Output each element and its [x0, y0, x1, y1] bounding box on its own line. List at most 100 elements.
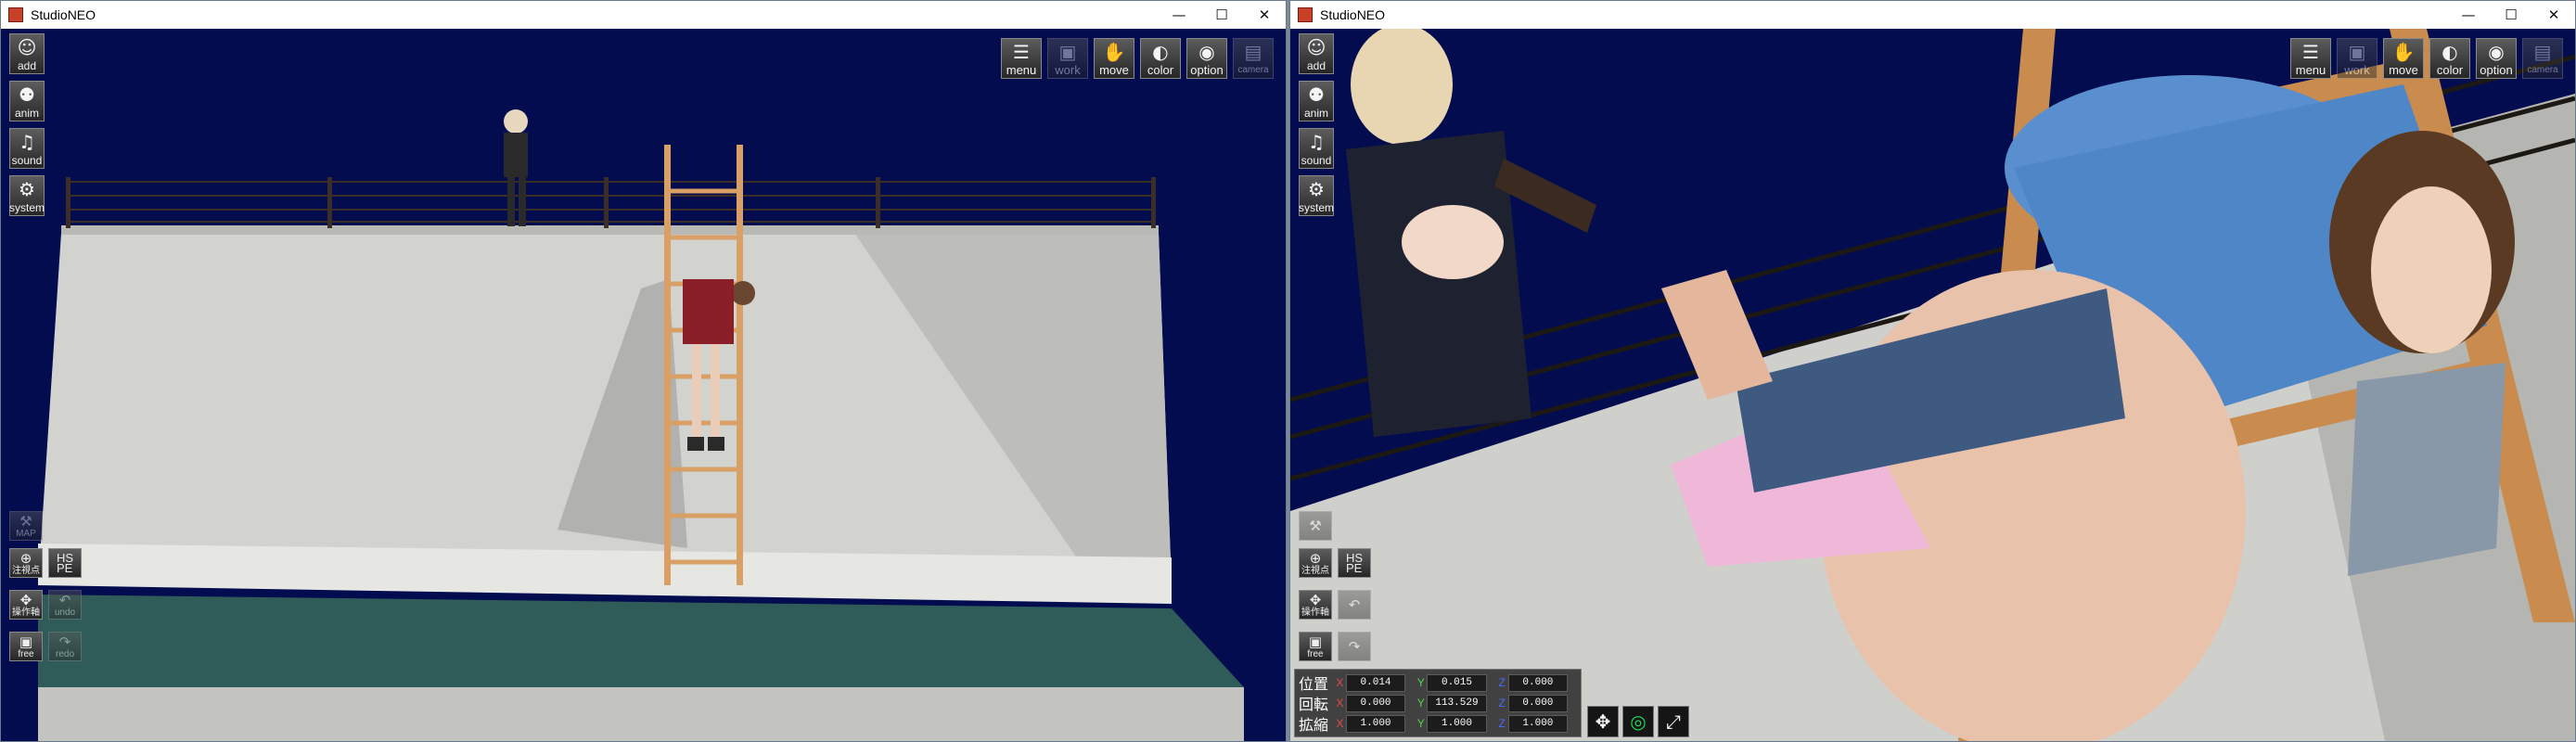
position-y-field[interactable]: 0.015 — [1427, 673, 1487, 692]
position-z-field[interactable]: 0.000 — [1507, 673, 1569, 692]
expand-icon: ⤢ — [1666, 710, 1681, 733]
add-button[interactable]: ☺ add — [1299, 33, 1334, 74]
sound-button[interactable]: ♫ sound — [1299, 128, 1334, 169]
work-button[interactable]: ▣ work — [2337, 38, 2377, 79]
close-button[interactable]: ✕ — [1243, 1, 1286, 29]
sound-button[interactable]: ♫ sound — [9, 128, 45, 169]
anim-button[interactable]: ⚉ anim — [9, 81, 45, 122]
center-point-button[interactable]: ⊕ 注視点 — [9, 548, 43, 578]
maximize-button[interactable]: ☐ — [2490, 1, 2532, 29]
menu-list-icon: ☰ — [2302, 41, 2319, 63]
position-label: 位置 — [1299, 677, 1329, 693]
hand-icon: ✋ — [2391, 41, 2416, 63]
title-bar[interactable]: StudioNEO — ☐ ✕ — [1, 1, 1286, 30]
free-camera-button[interactable]: ▣ free — [9, 632, 43, 661]
move-arrows-icon: ✥ — [1595, 710, 1611, 733]
minimize-button[interactable]: — — [1158, 1, 1200, 29]
rotation-y-field[interactable]: 113.529 — [1427, 694, 1487, 712]
free-camera-button[interactable]: ▣ free — [1299, 632, 1332, 661]
running-figure-icon: ⚉ — [19, 83, 35, 106]
3d-viewport[interactable]: ☺ add ⚉ anim ♫ sound ⚙ system ⚒ ⊕ 注視点 HS… — [1290, 29, 2575, 741]
color-button[interactable]: ◐ color — [1140, 38, 1181, 79]
hspe-button[interactable]: HS PE — [1338, 548, 1371, 578]
system-button[interactable]: ⚙ system — [1299, 175, 1334, 216]
minimize-button[interactable]: — — [2447, 1, 2490, 29]
camera-icon: ▤ — [2533, 41, 2552, 63]
transform-panel: 位置 X 0.014 Y 0.015 Z 0.000 回転 X 0.000 Y 113.5… — [1294, 669, 1582, 737]
app-icon — [8, 7, 23, 22]
camera-icon: ▣ — [19, 633, 33, 650]
hand-icon: ✋ — [1102, 41, 1126, 63]
move-button[interactable]: ✋ move — [1094, 38, 1134, 79]
music-note-icon: ♫ — [19, 131, 35, 153]
rotate-gizmo-button[interactable]: ◎ — [1622, 706, 1654, 737]
scale-label: 拡縮 — [1299, 718, 1329, 734]
rotation-x-field[interactable]: 0.000 — [1345, 694, 1406, 712]
scale-x-field[interactable]: 1.000 — [1345, 714, 1406, 733]
water-surface — [38, 595, 1244, 687]
app-icon — [1298, 7, 1313, 22]
map-button[interactable]: ⚒ — [1299, 511, 1332, 541]
redo-button[interactable]: ↷ — [1338, 632, 1371, 661]
top-toolbar: ☰ menu ▣ work ✋ move ◐ color ◉ option ▤ camera — [1001, 38, 1274, 79]
scale-z-field[interactable]: 1.000 — [1507, 714, 1569, 733]
menu-list-icon: ☰ — [1013, 41, 1030, 63]
rotation-z-field[interactable]: 0.000 — [1507, 694, 1569, 712]
3d-viewport[interactable]: ☺ add ⚉ anim ♫ sound ⚙ system ⚒ MAP ⊕ 注視… — [1, 29, 1286, 741]
close-button[interactable]: ✕ — [2532, 1, 2575, 29]
undo-button[interactable]: ↶ undo — [48, 590, 82, 620]
title-bar[interactable]: StudioNEO — ☐ ✕ — [1290, 1, 2575, 30]
move-gizmo-button[interactable]: ✥ — [1587, 706, 1619, 737]
center-point-button[interactable]: ⊕ 注視点 — [1299, 548, 1332, 578]
music-note-icon: ♫ — [1308, 131, 1325, 153]
camera-button[interactable]: ▤ camera — [1233, 38, 1274, 79]
position-x-field[interactable]: 0.014 — [1345, 673, 1406, 692]
studio-window-right: StudioNEO — ☐ ✕ ☺ add ⚉ anim ♫ sound ⚙ s… — [1289, 0, 2576, 742]
work-icon: ▣ — [2348, 41, 2366, 63]
plus-circle-icon: ⊕ — [1309, 549, 1322, 567]
hammer-icon: ⚒ — [1309, 518, 1322, 534]
map-button[interactable]: ⚒ MAP — [9, 511, 43, 541]
window-title: StudioNEO — [1320, 7, 1386, 22]
undo-arrow-icon: ↶ — [58, 591, 71, 608]
camera-button[interactable]: ▤ camera — [2522, 38, 2563, 79]
scene-render — [1, 29, 1286, 741]
redo-arrow-icon: ↷ — [1348, 638, 1361, 655]
eye-icon: ◉ — [2488, 41, 2505, 63]
undo-button[interactable]: ↶ — [1338, 590, 1371, 620]
palette-icon: ◐ — [2441, 41, 2458, 63]
scale-y-field[interactable]: 1.000 — [1427, 714, 1487, 733]
rotate-icon: ◎ — [1630, 710, 1647, 733]
undo-arrow-icon: ↶ — [1348, 596, 1361, 613]
work-button[interactable]: ▣ work — [1047, 38, 1088, 79]
camera-icon: ▣ — [1308, 633, 1323, 650]
maximize-button[interactable]: ☐ — [1200, 1, 1243, 29]
person-add-icon: ☺ — [17, 36, 37, 58]
option-button[interactable]: ◉ option — [2476, 38, 2517, 79]
palette-icon: ◐ — [1152, 41, 1169, 63]
add-button[interactable]: ☺ add — [9, 33, 45, 74]
axis-icon: ✥ — [19, 591, 32, 608]
anim-button[interactable]: ⚉ anim — [1299, 81, 1334, 122]
window-title: StudioNEO — [31, 7, 96, 22]
scene-render — [1290, 29, 2575, 741]
menu-button[interactable]: ☰ menu — [2290, 38, 2331, 79]
menu-button[interactable]: ☰ menu — [1001, 38, 1042, 79]
work-icon: ▣ — [1058, 41, 1077, 63]
plus-circle-icon: ⊕ — [19, 549, 32, 567]
gears-icon: ⚙ — [19, 178, 35, 200]
operation-axis-button[interactable]: ✥ 操作軸 — [9, 590, 43, 620]
rotation-label: 回転 — [1299, 697, 1329, 713]
studio-window-left: StudioNEO — ☐ ✕ ☺ add ⚉ anim ♫ sound ⚙ s… — [0, 0, 1287, 742]
top-toolbar: ☰ menu ▣ work ✋ move ◐ color ◉ option ▤ camera — [2290, 38, 2563, 79]
system-button[interactable]: ⚙ system — [9, 175, 45, 216]
move-button[interactable]: ✋ move — [2383, 38, 2424, 79]
operation-axis-button[interactable]: ✥ 操作軸 — [1299, 590, 1332, 620]
color-button[interactable]: ◐ color — [2429, 38, 2470, 79]
redo-button[interactable]: ↷ redo — [48, 632, 82, 661]
hspe-button[interactable]: HS PE — [48, 548, 82, 578]
scale-row: 拡縮 X 1.000 Y 1.000 Z 1.000 — [1299, 713, 1577, 734]
gears-icon: ⚙ — [1308, 178, 1325, 200]
scale-gizmo-button[interactable]: ⤢ — [1658, 706, 1689, 737]
option-button[interactable]: ◉ option — [1186, 38, 1227, 79]
